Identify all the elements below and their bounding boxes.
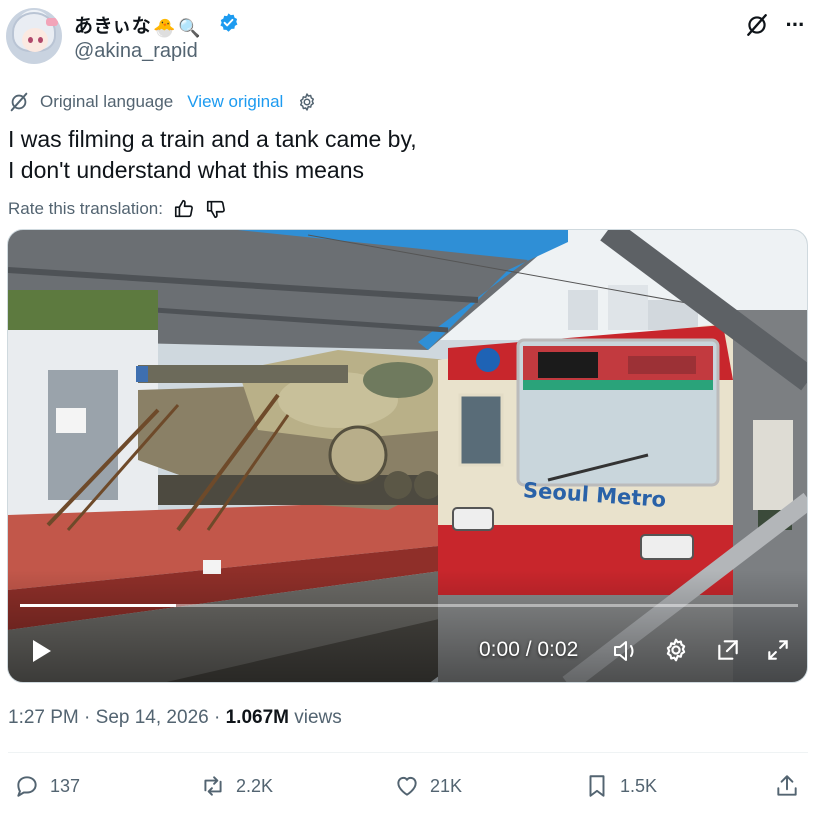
display-name[interactable]: あきぃな 🐣 🔍 [74,11,201,39]
share-icon [777,775,797,796]
like-count: 21K [430,775,463,796]
reply-count: 137 [50,775,81,796]
views-label: views [294,707,342,728]
divider [8,752,808,753]
reply-button[interactable]: 137 [14,770,80,802]
gear-icon[interactable] [297,92,317,112]
reply-icon [17,776,37,797]
chick-emoji: 🐣 [153,18,177,38]
rate-translation-label: Rate this translation: [8,199,163,218]
bookmark-count: 1.5K [620,775,658,796]
fullscreen-icon [768,640,788,660]
more-icon[interactable]: ··· [780,10,810,40]
video-settings-button[interactable] [663,637,689,668]
repost-icon [204,776,222,796]
meta-separator: · [213,707,221,728]
avatar-face [22,28,48,52]
popout-button[interactable] [715,637,741,668]
tweet-text-line-2: I don't understand what this means [8,157,364,183]
display-name-text: あきぃな [74,16,152,37]
view-original-link[interactable]: View original [187,92,283,112]
progress-bar[interactable] [20,604,798,607]
like-button[interactable]: 21K [394,770,462,802]
more-label: ··· [785,12,806,37]
bookmark-icon [589,775,605,797]
tweet-text: I was filming a train and a tank came by… [8,124,417,186]
meta-separator: · [84,707,91,728]
settings-icon [666,638,686,662]
author-handle[interactable]: @akina_rapid [74,40,198,63]
translation-bar: Original language View original [8,90,317,114]
tweet-date[interactable]: Sep 14, 2026 [96,707,209,728]
repost-button[interactable]: 2.2K [200,770,273,802]
tweet-meta: 1:27 PM · Sep 14, 2026 · 1.067M views [8,707,342,729]
avatar-bow [46,18,58,26]
play-button[interactable] [30,638,54,669]
tweet-text-line-1: I was filming a train and a tank came by… [8,126,417,152]
thumbs-up-icon[interactable] [173,198,195,220]
grok-icon[interactable] [742,10,772,40]
volume-button[interactable] [612,638,640,669]
grok-translate-icon [10,92,28,112]
bookmark-button[interactable]: 1.5K [584,770,657,802]
volume-icon [614,641,634,661]
original-language-label: Original language [40,92,174,111]
video-player[interactable]: Seoul Metro 0:00 / 0:02 [7,229,808,683]
popout-icon [718,640,738,660]
repost-count: 2.2K [236,775,274,796]
avatar[interactable] [6,8,62,64]
progress-fill [20,604,176,607]
rate-translation: Rate this translation: [8,197,227,221]
video-frame [8,230,807,682]
views-count: 1.067M [225,707,289,728]
play-icon [33,640,51,662]
avatar-eye-right [38,37,43,43]
magnifier-emoji: 🔍 [178,18,202,38]
fullscreen-button[interactable] [765,637,791,668]
thumbs-down-icon[interactable] [205,198,227,220]
share-button[interactable] [774,770,800,802]
avatar-eye-left [28,37,33,43]
video-time: 0:00 / 0:02 [479,638,579,661]
tweet-time[interactable]: 1:27 PM [8,707,79,728]
verified-badge-icon [220,13,238,32]
heart-icon [397,776,417,796]
